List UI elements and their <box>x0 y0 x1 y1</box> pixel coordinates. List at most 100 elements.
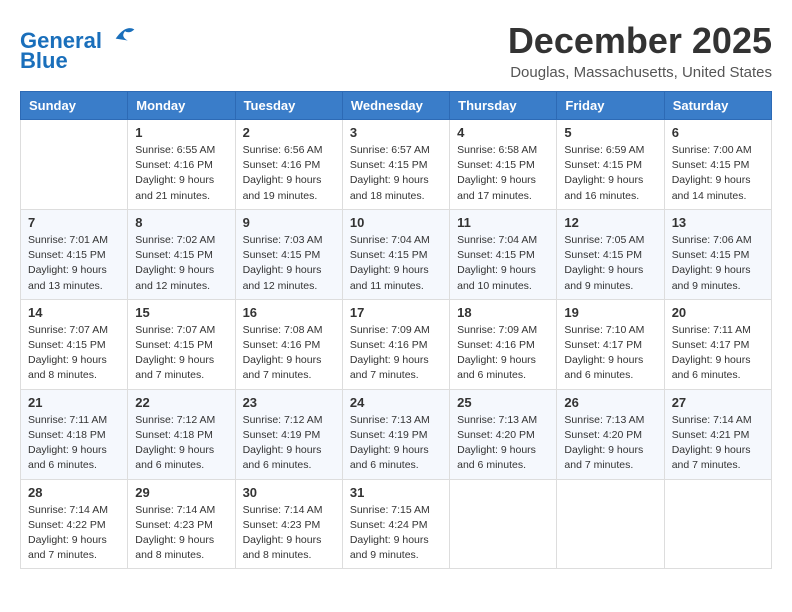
daylight-text: Daylight: 9 hours and 6 minutes. <box>672 354 751 381</box>
day-header-tuesday: Tuesday <box>235 92 342 120</box>
sunset-text: Sunset: 4:15 PM <box>564 249 642 261</box>
calendar-cell: 29 Sunrise: 7:14 AM Sunset: 4:23 PM Dayl… <box>128 479 235 569</box>
calendar-cell: 2 Sunrise: 6:56 AM Sunset: 4:16 PM Dayli… <box>235 120 342 210</box>
day-number: 24 <box>350 395 442 410</box>
day-number: 7 <box>28 215 120 230</box>
logo: General Blue <box>20 20 139 73</box>
daylight-text: Daylight: 9 hours and 9 minutes. <box>672 264 751 291</box>
sunset-text: Sunset: 4:15 PM <box>28 339 106 351</box>
calendar-cell: 23 Sunrise: 7:12 AM Sunset: 4:19 PM Dayl… <box>235 389 342 479</box>
day-info: Sunrise: 7:12 AM Sunset: 4:18 PM Dayligh… <box>135 413 227 474</box>
calendar-week-row: 1 Sunrise: 6:55 AM Sunset: 4:16 PM Dayli… <box>21 120 772 210</box>
calendar-cell: 12 Sunrise: 7:05 AM Sunset: 4:15 PM Dayl… <box>557 209 664 299</box>
calendar-cell: 1 Sunrise: 6:55 AM Sunset: 4:16 PM Dayli… <box>128 120 235 210</box>
sunset-text: Sunset: 4:15 PM <box>135 249 213 261</box>
day-info: Sunrise: 6:57 AM Sunset: 4:15 PM Dayligh… <box>350 143 442 204</box>
sunrise-text: Sunrise: 6:59 AM <box>564 144 644 156</box>
calendar-week-row: 7 Sunrise: 7:01 AM Sunset: 4:15 PM Dayli… <box>21 209 772 299</box>
calendar-cell: 4 Sunrise: 6:58 AM Sunset: 4:15 PM Dayli… <box>450 120 557 210</box>
calendar-cell: 19 Sunrise: 7:10 AM Sunset: 4:17 PM Dayl… <box>557 299 664 389</box>
sunrise-text: Sunrise: 7:13 AM <box>564 414 644 426</box>
day-info: Sunrise: 7:13 AM Sunset: 4:19 PM Dayligh… <box>350 413 442 474</box>
calendar-cell: 10 Sunrise: 7:04 AM Sunset: 4:15 PM Dayl… <box>342 209 449 299</box>
sunset-text: Sunset: 4:15 PM <box>135 339 213 351</box>
day-info: Sunrise: 7:14 AM Sunset: 4:23 PM Dayligh… <box>243 503 335 564</box>
sunset-text: Sunset: 4:23 PM <box>243 519 321 531</box>
calendar-cell: 20 Sunrise: 7:11 AM Sunset: 4:17 PM Dayl… <box>664 299 771 389</box>
daylight-text: Daylight: 9 hours and 9 minutes. <box>564 264 643 291</box>
daylight-text: Daylight: 9 hours and 21 minutes. <box>135 174 214 201</box>
day-info: Sunrise: 7:04 AM Sunset: 4:15 PM Dayligh… <box>350 233 442 294</box>
day-info: Sunrise: 7:10 AM Sunset: 4:17 PM Dayligh… <box>564 323 656 384</box>
daylight-text: Daylight: 9 hours and 6 minutes. <box>564 354 643 381</box>
day-info: Sunrise: 7:09 AM Sunset: 4:16 PM Dayligh… <box>457 323 549 384</box>
sunrise-text: Sunrise: 7:14 AM <box>243 504 323 516</box>
daylight-text: Daylight: 9 hours and 16 minutes. <box>564 174 643 201</box>
day-info: Sunrise: 7:04 AM Sunset: 4:15 PM Dayligh… <box>457 233 549 294</box>
sunrise-text: Sunrise: 7:12 AM <box>135 414 215 426</box>
page-header: General Blue December 2025 Douglas, Mass… <box>20 20 772 81</box>
day-number: 1 <box>135 125 227 140</box>
daylight-text: Daylight: 9 hours and 14 minutes. <box>672 174 751 201</box>
day-number: 8 <box>135 215 227 230</box>
day-info: Sunrise: 7:14 AM Sunset: 4:23 PM Dayligh… <box>135 503 227 564</box>
daylight-text: Daylight: 9 hours and 11 minutes. <box>350 264 429 291</box>
sunrise-text: Sunrise: 7:14 AM <box>672 414 752 426</box>
sunset-text: Sunset: 4:24 PM <box>350 519 428 531</box>
sunrise-text: Sunrise: 7:15 AM <box>350 504 430 516</box>
sunrise-text: Sunrise: 7:01 AM <box>28 234 108 246</box>
daylight-text: Daylight: 9 hours and 19 minutes. <box>243 174 322 201</box>
daylight-text: Daylight: 9 hours and 6 minutes. <box>135 444 214 471</box>
calendar-cell: 16 Sunrise: 7:08 AM Sunset: 4:16 PM Dayl… <box>235 299 342 389</box>
sunset-text: Sunset: 4:20 PM <box>564 429 642 441</box>
day-number: 9 <box>243 215 335 230</box>
day-info: Sunrise: 7:12 AM Sunset: 4:19 PM Dayligh… <box>243 413 335 474</box>
sunset-text: Sunset: 4:18 PM <box>135 429 213 441</box>
location: Douglas, Massachusetts, United States <box>508 64 772 81</box>
calendar-cell: 24 Sunrise: 7:13 AM Sunset: 4:19 PM Dayl… <box>342 389 449 479</box>
calendar-cell: 26 Sunrise: 7:13 AM Sunset: 4:20 PM Dayl… <box>557 389 664 479</box>
day-info: Sunrise: 7:08 AM Sunset: 4:16 PM Dayligh… <box>243 323 335 384</box>
day-header-monday: Monday <box>128 92 235 120</box>
day-number: 29 <box>135 485 227 500</box>
day-header-sunday: Sunday <box>21 92 128 120</box>
sunset-text: Sunset: 4:16 PM <box>350 339 428 351</box>
calendar-cell: 14 Sunrise: 7:07 AM Sunset: 4:15 PM Dayl… <box>21 299 128 389</box>
calendar-cell: 9 Sunrise: 7:03 AM Sunset: 4:15 PM Dayli… <box>235 209 342 299</box>
daylight-text: Daylight: 9 hours and 6 minutes. <box>457 444 536 471</box>
day-info: Sunrise: 7:02 AM Sunset: 4:15 PM Dayligh… <box>135 233 227 294</box>
sunset-text: Sunset: 4:16 PM <box>457 339 535 351</box>
sunset-text: Sunset: 4:15 PM <box>457 159 535 171</box>
sunset-text: Sunset: 4:15 PM <box>457 249 535 261</box>
day-info: Sunrise: 7:01 AM Sunset: 4:15 PM Dayligh… <box>28 233 120 294</box>
day-number: 19 <box>564 305 656 320</box>
day-info: Sunrise: 7:09 AM Sunset: 4:16 PM Dayligh… <box>350 323 442 384</box>
day-number: 30 <box>243 485 335 500</box>
calendar-cell: 8 Sunrise: 7:02 AM Sunset: 4:15 PM Dayli… <box>128 209 235 299</box>
sunset-text: Sunset: 4:17 PM <box>672 339 750 351</box>
daylight-text: Daylight: 9 hours and 12 minutes. <box>243 264 322 291</box>
day-number: 18 <box>457 305 549 320</box>
calendar-cell: 13 Sunrise: 7:06 AM Sunset: 4:15 PM Dayl… <box>664 209 771 299</box>
sunrise-text: Sunrise: 7:06 AM <box>672 234 752 246</box>
day-number: 11 <box>457 215 549 230</box>
sunrise-text: Sunrise: 7:08 AM <box>243 324 323 336</box>
day-number: 21 <box>28 395 120 410</box>
daylight-text: Daylight: 9 hours and 6 minutes. <box>243 444 322 471</box>
day-info: Sunrise: 7:14 AM Sunset: 4:22 PM Dayligh… <box>28 503 120 564</box>
sunrise-text: Sunrise: 6:56 AM <box>243 144 323 156</box>
calendar-cell <box>557 479 664 569</box>
calendar-week-row: 14 Sunrise: 7:07 AM Sunset: 4:15 PM Dayl… <box>21 299 772 389</box>
calendar-cell <box>664 479 771 569</box>
calendar-cell: 18 Sunrise: 7:09 AM Sunset: 4:16 PM Dayl… <box>450 299 557 389</box>
day-info: Sunrise: 7:07 AM Sunset: 4:15 PM Dayligh… <box>28 323 120 384</box>
calendar-week-row: 21 Sunrise: 7:11 AM Sunset: 4:18 PM Dayl… <box>21 389 772 479</box>
day-header-thursday: Thursday <box>450 92 557 120</box>
sunrise-text: Sunrise: 7:14 AM <box>135 504 215 516</box>
calendar-cell: 30 Sunrise: 7:14 AM Sunset: 4:23 PM Dayl… <box>235 479 342 569</box>
day-header-wednesday: Wednesday <box>342 92 449 120</box>
sunrise-text: Sunrise: 7:02 AM <box>135 234 215 246</box>
daylight-text: Daylight: 9 hours and 17 minutes. <box>457 174 536 201</box>
calendar-week-row: 28 Sunrise: 7:14 AM Sunset: 4:22 PM Dayl… <box>21 479 772 569</box>
calendar-cell: 15 Sunrise: 7:07 AM Sunset: 4:15 PM Dayl… <box>128 299 235 389</box>
